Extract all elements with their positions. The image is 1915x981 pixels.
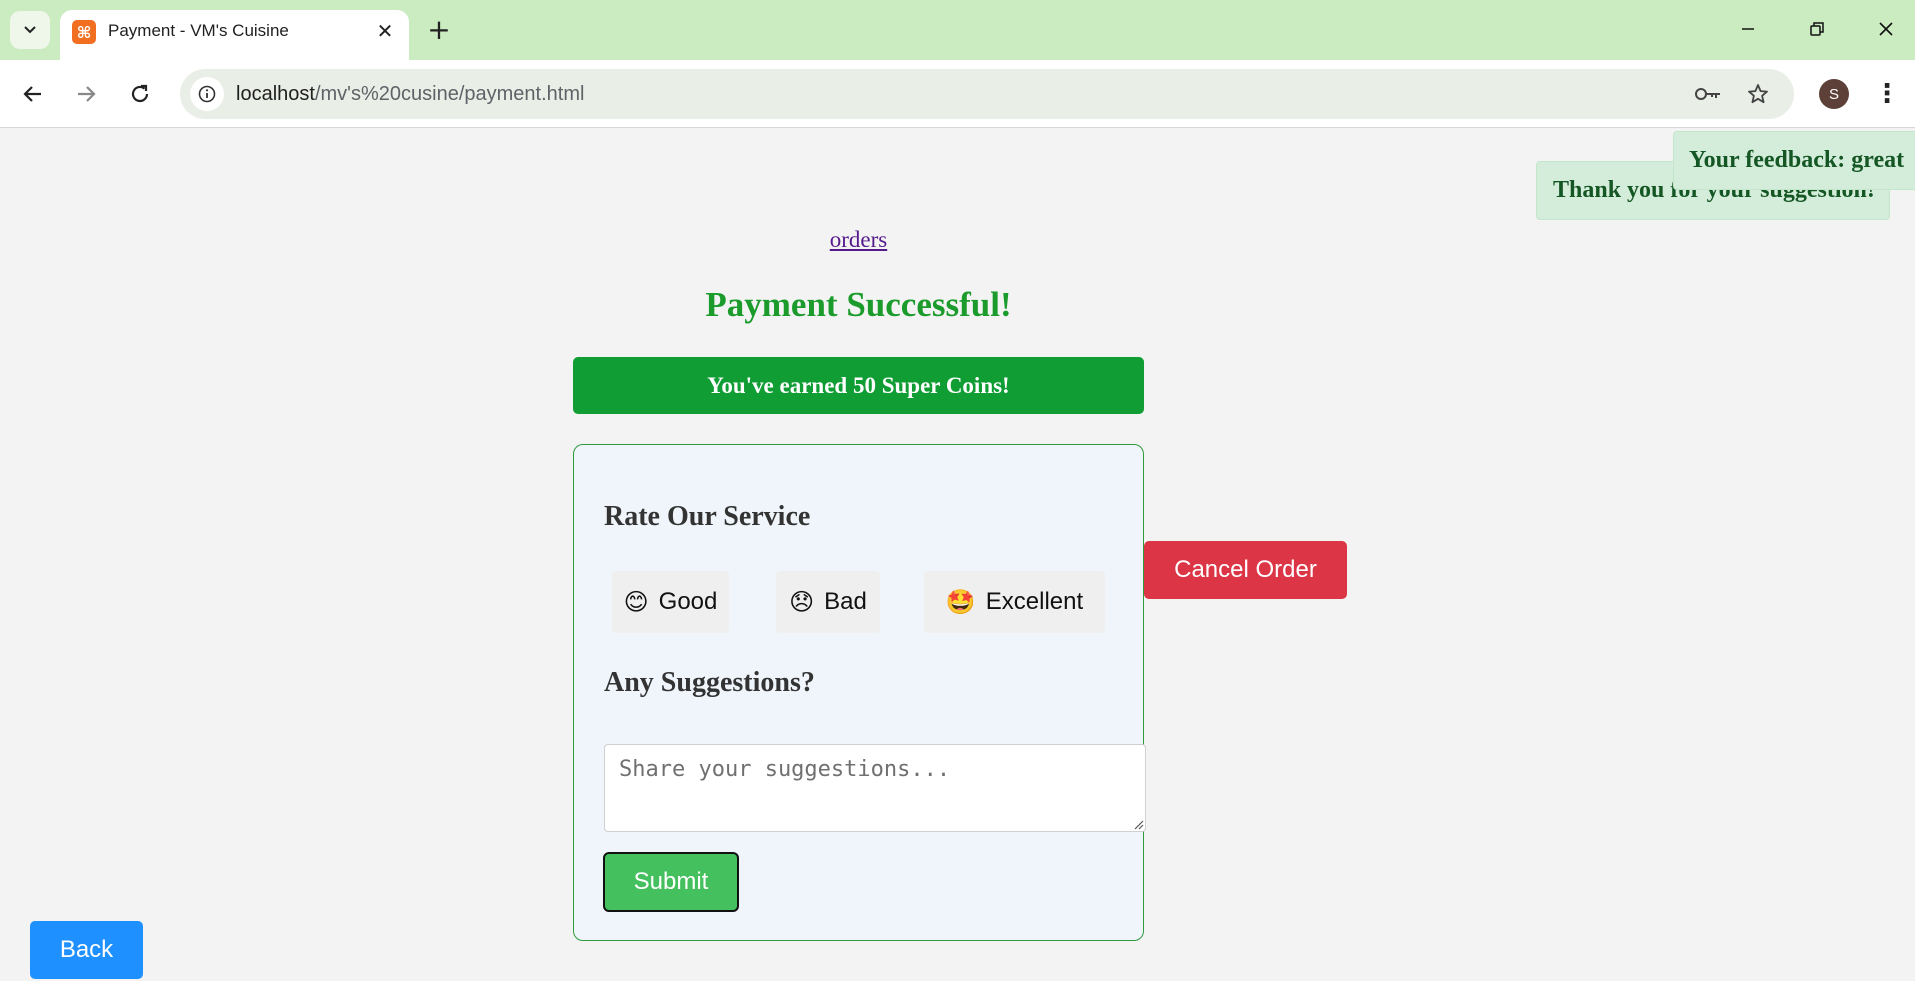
new-tab-plus-icon[interactable]: +	[424, 13, 454, 46]
restore-window-button[interactable]	[1797, 14, 1837, 44]
tab-title: Payment - VM's Cuisine	[108, 21, 289, 40]
minimize-window-button[interactable]	[1728, 14, 1768, 44]
site-info-icon[interactable]	[190, 77, 224, 111]
back-nav-button[interactable]	[15, 76, 51, 112]
forward-nav-button[interactable]	[68, 76, 104, 112]
arrow-right-icon	[78, 86, 96, 102]
close-window-button[interactable]	[1866, 14, 1906, 44]
rating-bad-button[interactable]: 😞 Bad	[776, 571, 880, 633]
browser-tab[interactable]: ⌘ Payment - VM's Cuisine ✕	[60, 10, 409, 60]
reload-button[interactable]	[122, 76, 158, 112]
arrow-left-icon	[23, 86, 41, 102]
rate-service-heading: Rate Our Service	[604, 501, 811, 532]
password-key-icon[interactable]	[1694, 81, 1722, 107]
browser-tab-strip: ⌘ Payment - VM's Cuisine ✕ +	[0, 0, 1915, 60]
rating-excellent-label: Excellent	[985, 588, 1084, 615]
star-struck-face-icon: 🤩	[945, 588, 976, 616]
orders-link[interactable]: orders	[0, 227, 1717, 253]
suggestions-textarea[interactable]	[604, 744, 1146, 832]
profile-avatar[interactable]: S	[1819, 79, 1849, 109]
url-text: localhost/mv's%20cusine/payment.html	[236, 83, 585, 105]
rating-excellent-button[interactable]: 🤩 Excellent	[924, 571, 1105, 633]
tab-search-button[interactable]	[10, 11, 50, 49]
disappointed-face-icon: 😞	[789, 588, 815, 616]
rating-good-label: Good	[658, 588, 718, 615]
bookmark-star-icon[interactable]	[1744, 81, 1772, 107]
feedback-card: Rate Our Service 😊 Good 😞 Bad 🤩 Excellen…	[573, 444, 1146, 941]
back-button[interactable]: Back	[30, 921, 143, 979]
minimize-icon	[1742, 28, 1754, 30]
close-icon	[1879, 22, 1893, 36]
submit-button[interactable]: Submit	[603, 852, 739, 912]
chevron-down-icon	[24, 26, 36, 34]
restore-icon	[1810, 22, 1824, 36]
rating-good-button[interactable]: 😊 Good	[612, 571, 729, 633]
resize-grip-icon[interactable]	[1132, 818, 1144, 830]
rating-bad-label: Bad	[824, 588, 867, 615]
close-tab-icon[interactable]: ✕	[373, 19, 397, 43]
smiling-face-icon: 😊	[623, 588, 649, 616]
browser-menu-icon[interactable]: ⋮	[1872, 78, 1902, 110]
cancel-order-button[interactable]: Cancel Order	[1144, 541, 1347, 599]
payment-success-heading: Payment Successful!	[705, 285, 1012, 324]
xampp-favicon-icon: ⌘	[72, 20, 96, 44]
suggestions-heading: Any Suggestions?	[604, 667, 815, 698]
reload-icon	[131, 84, 149, 103]
feedback-toast: Your feedback: great	[1673, 131, 1915, 190]
browser-toolbar: localhost/mv's%20cusine/payment.html S ⋮	[0, 60, 1915, 128]
super-coins-banner: You've earned 50 Super Coins!	[573, 357, 1144, 414]
address-bar[interactable]: localhost/mv's%20cusine/payment.html	[180, 69, 1794, 119]
